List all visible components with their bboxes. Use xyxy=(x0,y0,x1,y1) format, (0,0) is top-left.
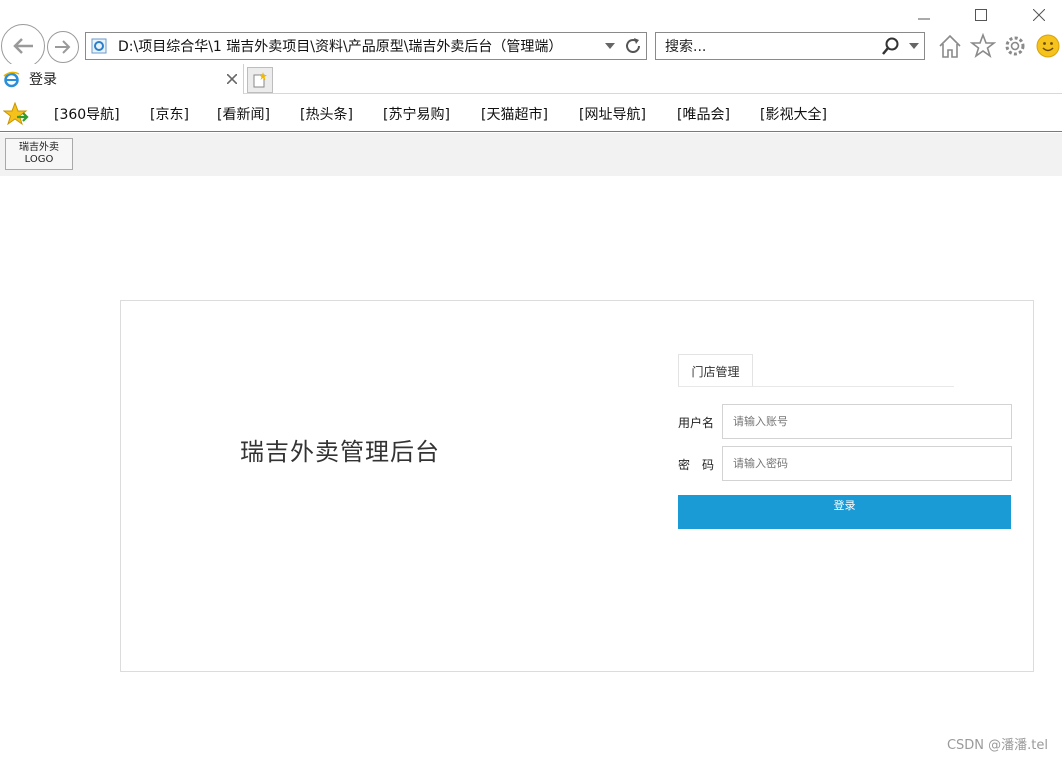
settings-gear-icon[interactable] xyxy=(1003,34,1027,62)
login-card xyxy=(120,300,1034,672)
logo: 瑞吉外卖 LOGO xyxy=(5,138,73,170)
search-placeholder: 搜索... xyxy=(665,39,707,55)
back-button[interactable] xyxy=(1,24,45,68)
address-dropdown-icon[interactable] xyxy=(600,43,620,49)
forward-icon xyxy=(55,40,71,54)
maximize-icon xyxy=(975,9,987,21)
search-input[interactable]: 搜索... xyxy=(655,32,925,60)
password-label: 密 码 xyxy=(678,458,715,472)
address-url: D:\项目综合华\1 瑞吉外卖项目\资料\产品原型\瑞吉外卖后台（管理端） xyxy=(118,39,563,55)
ie-page-icon xyxy=(91,38,107,58)
fav-link-suning[interactable]: [苏宁易购] xyxy=(383,104,450,124)
back-icon xyxy=(13,38,33,54)
fav-link-vip[interactable]: [唯品会] xyxy=(677,104,730,124)
tab-store-management[interactable]: 门店管理 xyxy=(678,354,753,387)
maximize-button[interactable] xyxy=(952,0,1010,30)
close-tab-icon[interactable] xyxy=(221,74,243,84)
watermark: CSDN @潘潘.tel xyxy=(946,738,1048,753)
ie-icon xyxy=(3,71,20,88)
tab-title: 登录 xyxy=(29,72,57,88)
tab-divider xyxy=(678,386,954,387)
fav-link-jd[interactable]: [京东] xyxy=(150,104,189,124)
username-input[interactable] xyxy=(722,404,1012,439)
fav-link-news[interactable]: [看新闻] xyxy=(217,104,270,124)
minimize-button[interactable] xyxy=(895,0,953,30)
tab-login[interactable]: 登录 xyxy=(0,64,244,94)
minimize-icon xyxy=(918,18,930,20)
password-input[interactable] xyxy=(722,446,1012,481)
search-icon[interactable] xyxy=(878,37,904,55)
fav-link-hot[interactable]: [热头条] xyxy=(300,104,353,124)
search-dropdown-icon[interactable] xyxy=(904,43,924,49)
new-tab-icon xyxy=(253,72,267,88)
fav-link-video[interactable]: [影视大全] xyxy=(760,104,827,124)
forward-button[interactable] xyxy=(47,31,79,63)
fav-link-tmall[interactable]: [天猫超市] xyxy=(481,104,548,124)
close-window-button[interactable] xyxy=(1010,0,1062,30)
address-bar[interactable]: D:\项目综合华\1 瑞吉外卖项目\资料\产品原型\瑞吉外卖后台（管理端） xyxy=(85,32,647,60)
login-button[interactable]: 登录 xyxy=(678,495,1011,529)
page-title: 瑞吉外卖管理后台 xyxy=(240,438,440,466)
page-header xyxy=(0,133,1062,176)
logo-line1: 瑞吉外卖 xyxy=(19,142,59,153)
favorites-star-icon[interactable] xyxy=(969,32,997,63)
new-tab-button[interactable] xyxy=(247,67,273,93)
fav-link-360[interactable]: [360导航] xyxy=(54,104,120,124)
smiley-feedback-icon[interactable] xyxy=(1036,34,1060,62)
favorites-add-icon[interactable] xyxy=(2,101,29,130)
logo-line2: LOGO xyxy=(24,154,54,165)
fav-link-nav[interactable]: [网址导航] xyxy=(579,104,646,124)
username-label: 用户名 xyxy=(678,416,715,430)
home-icon[interactable] xyxy=(937,33,963,63)
close-icon xyxy=(1033,9,1045,21)
refresh-icon[interactable] xyxy=(620,37,646,55)
